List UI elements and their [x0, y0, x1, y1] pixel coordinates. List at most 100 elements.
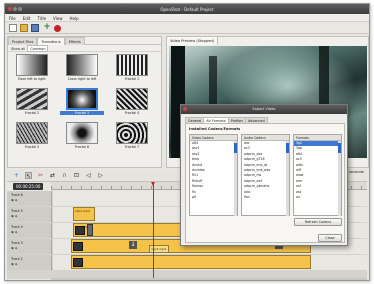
import-plus-icon[interactable]: +: [43, 23, 51, 32]
clip-thumbnail: [73, 258, 83, 267]
arrange-tool-icon[interactable]: ⇄: [49, 172, 56, 179]
list-scrollbar[interactable]: [234, 141, 237, 216]
refresh-codecs-button[interactable]: Refresh Codecs: [294, 218, 342, 226]
transition-preview: [116, 88, 148, 110]
menu-title[interactable]: Title: [33, 14, 49, 21]
track-header[interactable]: Track 2 ◉ ◈: [7, 255, 52, 270]
track-visibility-icons[interactable]: ◉ ◈: [7, 261, 51, 266]
dialog-body: Installed Codecs/Formats Video Codecs a64…: [185, 123, 345, 243]
transition-thumb[interactable]: Fractal 6: [60, 122, 104, 154]
scrollbar-thumb[interactable]: [338, 143, 341, 153]
track-row: Track 2 ◉ ◈: [7, 255, 367, 270]
track-header[interactable]: Track 6 ◉ ◈: [7, 191, 52, 206]
transition-thumb[interactable]: Cross right to left: [60, 54, 104, 86]
list-item[interactable]: flac: [242, 195, 289, 200]
zoom-label: seconds: [349, 170, 364, 174]
track-header[interactable]: Track 5 ◉ ◈: [7, 207, 52, 222]
filter-show-all[interactable]: Show all: [9, 46, 27, 51]
formats-list[interactable]: Formats 3g2 3gp a64 ac3 adts aiff alaw amr asf ass…: [293, 134, 342, 216]
codecs-heading: Installed Codecs/Formats: [189, 127, 241, 131]
list-item[interactable]: gif: [190, 195, 237, 200]
transition-preview: [66, 88, 98, 110]
track-lane[interactable]: [53, 255, 367, 270]
transition-label: Fractal 4: [124, 111, 140, 115]
menu-bar: File Edit Title View Help: [5, 14, 369, 22]
transition-preview: [16, 122, 48, 144]
timeline-scrollbar[interactable]: [51, 278, 367, 280]
add-track-icon[interactable]: +: [13, 172, 20, 179]
main-toolbar: +: [5, 22, 369, 34]
menu-edit[interactable]: Edit: [19, 14, 34, 21]
save-icon[interactable]: [31, 24, 39, 32]
clip-transition-marker[interactable]: [87, 224, 93, 236]
menu-view[interactable]: View: [49, 14, 66, 21]
next-marker-icon[interactable]: ▷: [97, 172, 104, 179]
scrollbar-thumb[interactable]: [286, 143, 289, 153]
track-visibility-icons[interactable]: ◉ ◈: [7, 213, 51, 218]
list-scrollbar[interactable]: [338, 141, 341, 216]
transition-label: Cross right to left: [67, 77, 97, 81]
pointer-tool-icon[interactable]: ↖: [25, 172, 32, 180]
transition-preview: [116, 54, 148, 76]
menu-file[interactable]: File: [5, 14, 19, 21]
transition-label: Fractal 5: [24, 145, 40, 149]
timeline-clip[interactable]: [71, 255, 311, 269]
timeline-clip[interactable]: clip3.mp4: [149, 245, 169, 253]
transition-thumb-selected[interactable]: Fractal 3: [60, 88, 104, 120]
transition-label: Fractal 1: [124, 77, 140, 81]
timeline-clip[interactable]: clip1.mp4: [73, 207, 95, 221]
audio-codecs-list[interactable]: Audio Codecs aac ac3 adpcm_adx adpcm_g726 adp…: [241, 134, 290, 216]
filter-tabs: Show all Common: [8, 45, 161, 52]
transition-thumb[interactable]: Fractal 5: [10, 122, 54, 154]
track-header[interactable]: Track 4 ◉ ◈: [7, 223, 52, 238]
list-scrollbar[interactable]: [286, 141, 289, 216]
track-header[interactable]: Track 3 ◉ ◈: [7, 239, 52, 254]
tab-project-files[interactable]: Project Files: [8, 37, 38, 45]
transition-thumb[interactable]: Fractal 2: [10, 88, 54, 120]
playhead[interactable]: [151, 182, 155, 280]
track-visibility-icons[interactable]: ◉ ◈: [7, 245, 51, 250]
previous-marker-icon[interactable]: ◁: [85, 172, 92, 179]
open-folder-icon[interactable]: [20, 24, 28, 32]
transition-label: Fractal 6: [74, 145, 90, 149]
clip-thumbnail: [75, 226, 85, 235]
transition-preview: [116, 122, 148, 144]
tab-transitions[interactable]: Transitions: [37, 37, 65, 45]
transitions-panel: Project Files Transitions Effects Show all…: [7, 36, 162, 168]
transition-thumb[interactable]: Fractal 4: [110, 88, 154, 120]
list-item[interactable]: au: [294, 195, 341, 200]
clip-thumbnail: [73, 242, 83, 251]
filter-common[interactable]: Common: [27, 45, 49, 52]
transition-preview: [66, 122, 98, 144]
video-codecs-list[interactable]: Video Codecs a64 asv1 asv2 bmp dnxhd dvvideo ff…: [189, 134, 238, 216]
track-visibility-icons[interactable]: ◉ ◈: [7, 197, 51, 202]
transition-label: Ease left to right: [18, 77, 46, 81]
record-icon[interactable]: [54, 25, 61, 32]
transition-label: Fractal 7: [124, 145, 140, 149]
dialog-title: Export Video: [252, 107, 276, 111]
app-window: OpenShot - Default Project File Edit Title…: [4, 3, 370, 281]
new-document-icon[interactable]: [9, 24, 17, 32]
clip-label: clip1.mp4: [75, 209, 90, 213]
menu-help[interactable]: Help: [66, 14, 82, 21]
transition-thumb[interactable]: Fractal 7: [110, 122, 154, 154]
transition-label: Fractal 3: [60, 111, 104, 115]
razor-tool-icon[interactable]: ✂: [37, 172, 44, 179]
tab-effects[interactable]: Effects: [64, 37, 85, 45]
dialog-title-bar: Export Video: [181, 105, 347, 114]
transition-preview: [66, 54, 98, 76]
tab-video-preview[interactable]: Video Preview (Stopped): [167, 37, 219, 45]
timecode-display: 00:00:25:00: [13, 183, 44, 190]
download-icon[interactable]: ↓: [129, 241, 137, 249]
scrollbar-thumb[interactable]: [234, 143, 237, 153]
transition-thumb[interactable]: Ease left to right: [10, 54, 54, 86]
transition-thumb[interactable]: Fractal 1: [110, 54, 154, 86]
transition-preview: [16, 54, 48, 76]
close-button[interactable]: Close: [318, 234, 342, 242]
transition-preview: [16, 88, 48, 110]
close-dialog-icon[interactable]: [183, 107, 187, 111]
snap-magnet-icon[interactable]: ∩: [61, 172, 68, 179]
marker-icon[interactable]: ⊡: [73, 172, 80, 179]
track-visibility-icons[interactable]: ◉ ◈: [7, 229, 51, 234]
export-dialog: Export Video General AV Formats Profiles Ad…: [180, 104, 348, 246]
